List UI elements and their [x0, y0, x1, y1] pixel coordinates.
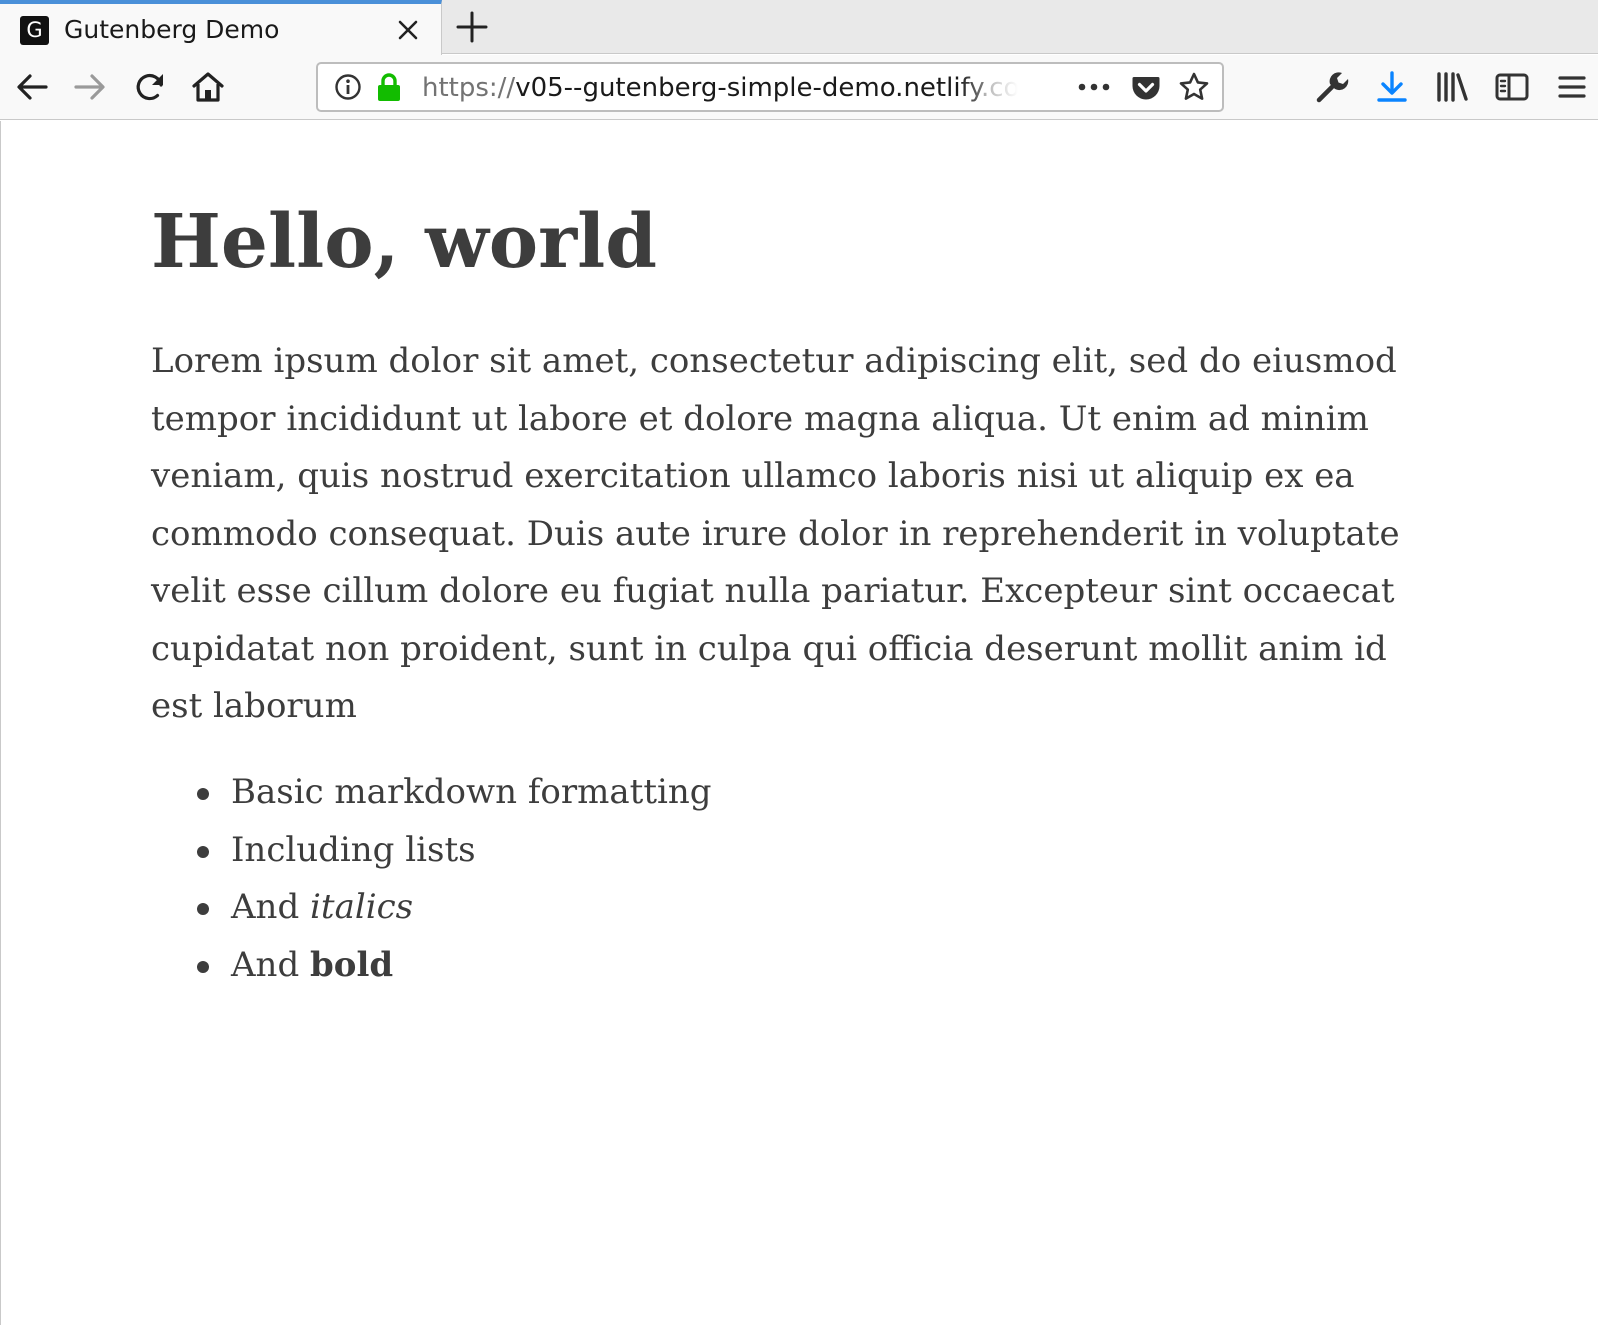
italic-text: italics — [310, 887, 414, 927]
download-icon — [1377, 71, 1407, 102]
library-icon — [1437, 72, 1468, 102]
reload-button[interactable] — [130, 67, 170, 107]
sidebar-icon — [1495, 73, 1529, 101]
list-item-text: Basic markdown formatting — [231, 772, 712, 812]
list-item: Including lists — [151, 822, 712, 880]
info-icon[interactable] — [334, 73, 362, 101]
lock-icon[interactable] — [376, 72, 402, 102]
list-item: And bold — [151, 937, 712, 995]
downloads-button[interactable] — [1372, 67, 1412, 107]
url-bar[interactable]: https://v05--gutenberg-simple-demo.netli… — [316, 62, 1224, 112]
tab-strip: G Gutenberg Demo — [0, 0, 1598, 55]
bookmark-star-icon[interactable] — [1178, 71, 1210, 103]
url-tail: .com — [980, 73, 1018, 103]
library-button[interactable] — [1432, 67, 1472, 107]
page-viewport: Hello, world Lorem ipsum dolor sit amet,… — [0, 121, 1598, 1325]
forward-arrow-icon — [74, 74, 105, 100]
list-item-prefix: And — [231, 944, 311, 985]
feature-list: Basic markdown formatting Including list… — [151, 764, 712, 994]
navigation-toolbar: https://v05--gutenberg-simple-demo.netli… — [0, 55, 1598, 120]
tab-gutenberg-demo[interactable]: G Gutenberg Demo — [0, 0, 442, 55]
pocket-icon[interactable] — [1130, 72, 1162, 104]
more-actions-icon[interactable] — [1074, 74, 1114, 100]
forward-button[interactable] — [70, 67, 110, 107]
new-tab-icon[interactable] — [454, 9, 490, 45]
home-icon — [192, 72, 224, 102]
list-item-prefix: And — [231, 887, 311, 927]
list-item-text: Including lists — [231, 829, 476, 870]
url-host: v05--gutenberg-simple-demo.netlify — [515, 73, 981, 103]
list-item: Basic markdown formatting — [151, 764, 712, 822]
hamburger-menu-icon — [1558, 76, 1586, 98]
reload-icon — [136, 73, 163, 101]
back-arrow-icon — [17, 74, 48, 100]
developer-wrench-icon — [1316, 72, 1349, 103]
back-button[interactable] — [12, 67, 52, 107]
home-button[interactable] — [188, 67, 228, 107]
bold-text: bold — [310, 944, 394, 985]
tab-title: Gutenberg Demo — [64, 15, 280, 44]
menu-button[interactable] — [1552, 67, 1592, 107]
url-scheme: https:// — [422, 73, 516, 103]
close-icon[interactable] — [394, 16, 422, 44]
sidebar-button[interactable] — [1492, 67, 1532, 107]
lorem-paragraph: Lorem ipsum dolor sit amet, consectetur … — [151, 341, 1400, 726]
developer-tools-button[interactable] — [1312, 67, 1352, 107]
url-text[interactable]: https://v05--gutenberg-simple-demo.netli… — [422, 72, 1018, 104]
favicon: G — [20, 16, 49, 45]
page-title: Hello, world — [151, 199, 658, 285]
list-item: And italics — [151, 879, 712, 937]
